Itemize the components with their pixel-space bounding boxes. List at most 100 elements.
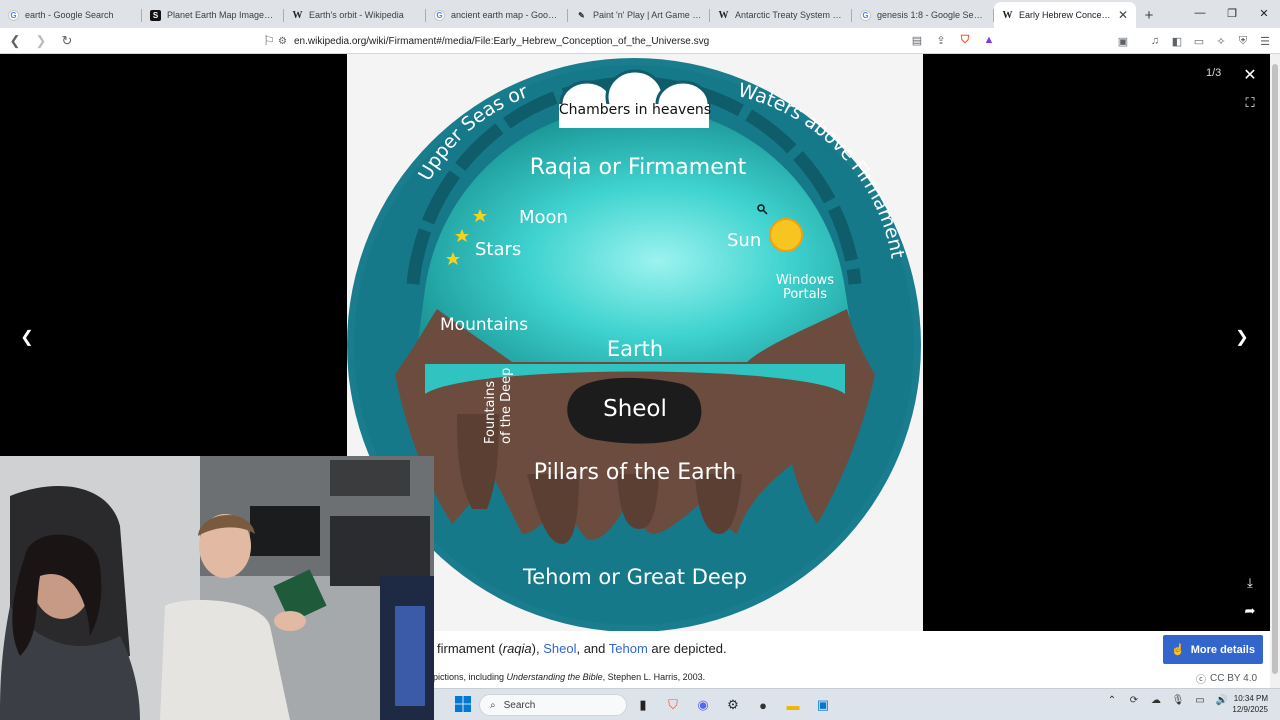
license-badge[interactable]: ⓒ CC BY 4.0 bbox=[1196, 671, 1257, 686]
sun-icon bbox=[769, 218, 803, 252]
wallet-icon[interactable]: ▭ bbox=[1190, 31, 1208, 51]
site-info-icon[interactable]: ⚙ bbox=[278, 36, 294, 47]
brave-browser-icon[interactable]: ⛉ bbox=[661, 693, 685, 717]
source-text: pictions, including Understanding the Bi… bbox=[433, 672, 705, 682]
search-placeholder: Search bbox=[503, 699, 536, 711]
share-image-icon[interactable]: ➦ bbox=[1240, 601, 1260, 621]
mountains-label: Mountains bbox=[440, 315, 528, 335]
tab-title: genesis 1:8 - Google Search bbox=[877, 10, 986, 20]
page-scrollbar[interactable] bbox=[1270, 54, 1280, 688]
webcam-feed-image bbox=[0, 456, 434, 720]
taskbar-apps: ▮ ⛉ ◉ ⚙ ● ▬ ▣ bbox=[631, 693, 835, 717]
caption-raqia: raqia bbox=[502, 641, 532, 656]
fullscreen-icon[interactable]: ⛶ bbox=[1240, 93, 1260, 113]
tab-early-hebrew-conception[interactable]: W Early Hebrew Conception ✕ bbox=[994, 2, 1136, 28]
close-viewer-icon[interactable]: ✕ bbox=[1240, 65, 1260, 85]
caption-part: firmament ( bbox=[437, 641, 503, 656]
google-icon: G bbox=[8, 9, 19, 21]
sidebar-toggle-icon[interactable]: ▣ bbox=[1114, 31, 1132, 51]
tab-title: Paint 'n' Play | Art Game for Ki bbox=[593, 10, 702, 20]
caption-text: firmament (raqia), Sheol, and Tehom are … bbox=[437, 641, 727, 656]
tab-ancient-earth-map[interactable]: Gancient earth map - Google Se bbox=[426, 2, 568, 28]
file-explorer-icon[interactable]: ▬ bbox=[781, 693, 805, 717]
tab-antarctic-treaty[interactable]: W Antarctic Treaty System - Wiki bbox=[710, 2, 852, 28]
tab-title: earth - Google Search bbox=[25, 10, 114, 20]
brave-shields-icon[interactable]: ⛉ bbox=[956, 31, 974, 49]
minimize-icon[interactable]: — bbox=[1184, 0, 1216, 26]
reload-icon[interactable]: ↻ bbox=[56, 30, 78, 52]
hand-icon: ☝ bbox=[1171, 644, 1185, 656]
leo-ai-icon[interactable]: ✧ bbox=[1212, 31, 1230, 51]
microphone-icon[interactable]: 🎙 bbox=[1170, 695, 1186, 706]
shutterstock-icon: S bbox=[150, 9, 161, 21]
tab-title: Early Hebrew Conception bbox=[1019, 10, 1114, 20]
tab-earths-orbit[interactable]: W Earth's orbit - Wikipedia bbox=[284, 2, 426, 28]
more-details-label: More details bbox=[1190, 643, 1255, 656]
search-icon: ⌕ bbox=[490, 699, 496, 711]
brave-rewards-icon[interactable]: ▲ bbox=[980, 31, 998, 49]
browser-toolbar: ❮ ❯ ↻ ⚐ ⚙ en.wikipedia.org/wiki/Firmamen… bbox=[0, 28, 1280, 54]
windows-label: Windows bbox=[776, 273, 834, 288]
forward-arrow-icon[interactable]: ❯ bbox=[30, 30, 52, 52]
scrollbar-thumb[interactable] bbox=[1272, 64, 1278, 674]
url-text: en.wikipedia.org/wiki/Firmament#/media/F… bbox=[294, 35, 710, 47]
tab-genesis-search[interactable]: Ggenesis 1:8 - Google Search bbox=[852, 2, 994, 28]
sheol-label: Sheol bbox=[603, 396, 667, 422]
tab-title: Antarctic Treaty System - Wiki bbox=[735, 10, 844, 20]
tehom-label: Tehom or Great Deep bbox=[522, 565, 747, 589]
steam-icon[interactable]: ⚙ bbox=[721, 693, 745, 717]
source-part: , Stephen L. Harris, 2003. bbox=[602, 672, 706, 682]
new-tab-button[interactable]: + bbox=[1136, 2, 1162, 28]
restore-icon[interactable]: ❐ bbox=[1216, 0, 1248, 26]
system-tray: ⌃ ⟳ ☁ 🎙 ▭ 🔊 bbox=[1104, 695, 1230, 706]
firmament-label: Raqia or Firmament bbox=[530, 155, 747, 180]
browser-tools: ▣ ♫ ◧ ▭ ✧ ⛨ ☰ bbox=[1114, 31, 1274, 51]
tehom-link[interactable]: Tehom bbox=[609, 641, 648, 656]
screen: Gearth - Google Search S Planet Earth Map… bbox=[0, 0, 1280, 720]
vpn-icon[interactable]: ⛨ bbox=[1234, 31, 1252, 51]
tray-overflow-icon[interactable]: ⌃ bbox=[1104, 695, 1120, 706]
taskbar-search[interactable]: ⌕ Search bbox=[479, 694, 627, 716]
display-icon[interactable]: ▭ bbox=[1192, 695, 1208, 706]
share-icon[interactable]: ⇪ bbox=[932, 31, 950, 49]
address-bar[interactable]: ⚙ en.wikipedia.org/wiki/Firmament#/media… bbox=[278, 31, 1000, 51]
more-details-button[interactable]: ☝ More details bbox=[1163, 635, 1263, 664]
stars-label: Stars bbox=[475, 239, 521, 260]
image-counter: 1/3 bbox=[1206, 67, 1222, 79]
window-controls: — ❐ ✕ bbox=[1184, 0, 1280, 26]
close-window-icon[interactable]: ✕ bbox=[1248, 0, 1280, 26]
tab-paint-n-play[interactable]: ✎ Paint 'n' Play | Art Game for Ki bbox=[568, 2, 710, 28]
close-tab-icon[interactable]: ✕ bbox=[1118, 8, 1128, 22]
back-arrow-icon[interactable]: ❮ bbox=[4, 30, 26, 52]
media-icon[interactable]: ♫ bbox=[1146, 31, 1164, 51]
sheol-link[interactable]: Sheol bbox=[543, 641, 576, 656]
windows-start-icon[interactable] bbox=[455, 696, 471, 712]
app-with-badge-icon[interactable]: ● bbox=[751, 693, 775, 717]
cc-icon: ⓒ bbox=[1196, 675, 1206, 686]
webcam-overlay bbox=[0, 456, 434, 720]
tab-planet-earth-images[interactable]: S Planet Earth Map Images – Bro bbox=[142, 2, 284, 28]
previous-image-icon[interactable]: ❮ bbox=[14, 324, 40, 350]
download-icon[interactable]: ⤓ bbox=[1240, 573, 1260, 593]
next-image-icon[interactable]: ❯ bbox=[1229, 324, 1255, 350]
sync-icon[interactable]: ⟳ bbox=[1126, 695, 1142, 706]
earth-label: Earth bbox=[607, 337, 663, 361]
fountains-label: Fountains bbox=[483, 381, 498, 444]
store-icon[interactable]: ▣ bbox=[811, 693, 835, 717]
reader-mode-icon[interactable]: ▤ bbox=[908, 31, 926, 49]
onedrive-icon[interactable]: ☁ bbox=[1148, 695, 1164, 706]
discord-icon[interactable]: ◉ bbox=[691, 693, 715, 717]
menu-icon[interactable]: ☰ bbox=[1256, 31, 1274, 51]
task-view-icon[interactable]: ▮ bbox=[631, 693, 655, 717]
caption-part: ), bbox=[531, 641, 544, 656]
tab-earth-search[interactable]: Gearth - Google Search bbox=[0, 2, 142, 28]
sidebar-icon[interactable]: ◧ bbox=[1168, 31, 1186, 51]
google-icon: G bbox=[434, 9, 445, 21]
system-clock[interactable]: 10:34 PM 12/9/2025 bbox=[1226, 693, 1268, 715]
bookmark-icon[interactable]: ⚐ bbox=[258, 30, 280, 52]
clock-date: 12/9/2025 bbox=[1232, 705, 1268, 714]
source-part: pictions, including bbox=[433, 672, 507, 682]
wikipedia-icon: W bbox=[1002, 9, 1013, 21]
paintbrush-icon: ✎ bbox=[578, 10, 585, 20]
license-label: CC BY 4.0 bbox=[1210, 673, 1258, 684]
